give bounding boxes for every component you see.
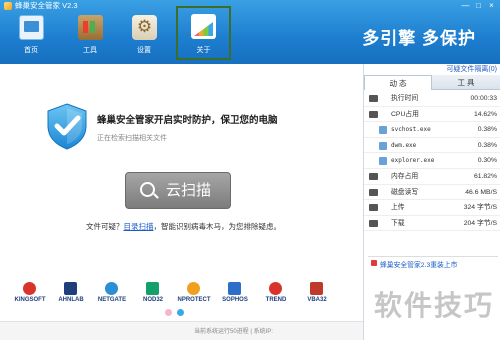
header-slogan: 多引擎 多保护 [362,29,476,48]
minimize-button[interactable]: — [461,1,470,10]
quarantine-link[interactable]: 可疑文件隔离(0) [446,64,497,74]
directory-scan-link[interactable]: 目录扫描 [124,222,154,231]
tab-tools[interactable]: 工具 [67,10,113,58]
memory-icon [369,172,378,180]
clock-icon [369,95,378,102]
tab-label: 工具 [83,47,97,54]
stat-row: 内存占用 61.82% [364,169,500,185]
window-title: 蜂巢安全管家 V2.3 [15,1,78,10]
maximize-button[interactable]: □ [474,1,483,10]
stat-value: 0.30% [477,157,497,165]
watermark-text: 软件技巧 [373,290,494,321]
suspect-file-line: 文件可疑？目录扫描，智能识别病毒木马，为您排除疑虑。 [86,221,281,232]
partner-logo[interactable]: NETGATE [92,282,132,312]
upload-icon [369,204,378,212]
kingsoft-logo-icon [23,282,36,295]
tab-dynamic[interactable]: 动 态 [364,75,432,90]
partner-logo[interactable]: KINGSOFT [10,282,50,312]
vba32-logo-icon [310,282,323,295]
carousel-dot[interactable] [165,309,172,316]
process-icon [379,141,387,150]
monitor-icon [19,15,44,40]
suspect-prefix: 文件可疑？ [86,222,124,231]
stat-value: 204 字节/S [463,219,497,227]
news-icon [371,260,377,266]
stat-value: 14.62% [473,110,497,118]
news-link[interactable]: 蜂巢安全管家2.3重装上市 [380,259,457,269]
carousel-dot[interactable] [177,309,184,316]
stat-label: 磁盘读写 [391,188,419,196]
cloud-scan-button[interactable]: 云扫描 [125,172,231,209]
partner-name: VBA32 [307,297,327,303]
close-button[interactable]: × [487,1,496,10]
stat-row: 磁盘读写 46.6 MB/S [364,185,500,201]
app-logo-icon [4,2,12,10]
tab-panel-tools[interactable]: 工 具 [432,75,500,90]
tab-about[interactable]: 关于 [176,6,231,60]
stat-row: CPU占用 14.62% [364,107,500,123]
partner-logo[interactable]: NOD32 [133,282,173,312]
stat-label: dwm.exe [391,141,417,149]
partner-logo[interactable]: TREND [256,282,296,312]
process-icon [379,157,387,166]
sophos-logo-icon [228,282,241,295]
shield-check-icon [47,103,87,150]
netgate-logo-icon [105,282,118,295]
chart-icon [191,14,216,39]
stat-label: svchost.exe [391,126,431,134]
disk-icon [369,188,378,196]
download-icon [369,219,378,227]
stat-row: 执行时间 00:00:33 [364,91,500,107]
cloud-scan-label: 云扫描 [166,182,212,199]
footer-text: 当前系统运行50进程 | 系统IP: [194,329,273,335]
tab-home[interactable]: 首页 [8,10,54,58]
cpu-icon [369,110,378,118]
stat-value: 0.38% [477,126,497,134]
partner-logo[interactable]: NPROTECT [174,282,214,312]
stat-value: 46.6 MB/S [465,188,497,196]
search-icon [140,182,155,197]
scan-status-text: 正在检索扫描相关文件 [97,135,167,142]
stat-row: 上传 324 字节/S [364,200,500,216]
stat-label: 下载 [391,219,405,227]
stat-label: explorer.exe [391,157,435,165]
stat-value: 0.38% [477,141,497,149]
tab-label: 首页 [24,47,38,54]
stat-row: svchost.exe 0.38% [364,122,500,138]
stat-value: 324 字节/S [463,204,497,212]
stat-value: 61.82% [473,172,497,180]
stat-row: 下载 204 字节/S [364,216,500,232]
stat-label: 内存占用 [391,172,419,180]
trend-logo-icon [269,282,282,295]
tab-label: 设置 [137,47,151,54]
tab-settings[interactable]: 设置 [121,10,167,58]
stat-label: CPU占用 [391,110,419,118]
nprotect-logo-icon [187,282,200,295]
protection-heading: 蜂巢安全管家开启实时防护，保卫您的电脑 [97,115,278,126]
partner-logo[interactable]: AHNLAB [51,282,91,312]
partner-logos: KINGSOFT AHNLAB NETGATE NOD32 NPROTECT SOPHOS… [10,282,340,312]
stats-list: 执行时间 00:00:33 CPU占用 14.62% svchost.exe 0.38% d… [364,91,500,232]
header-bar: 蜂巢安全管家 V2.3 — □ × 首页 工具 设置 关于 多引擎 多保护 [0,0,500,64]
stat-label: 执行时间 [391,95,419,102]
tab-label: 关于 [196,47,211,54]
process-icon [379,126,387,135]
status-footer: 当前系统运行50进程 | 系统IP: [0,321,363,340]
main-content: 蜂巢安全管家开启实时防护，保卫您的电脑 正在检索扫描相关文件 云扫描 文件可疑？… [0,64,363,340]
partner-logo[interactable]: VBA32 [297,282,337,312]
gear-icon [132,15,157,40]
eset-logo-icon [146,282,159,295]
carousel-dots [165,309,187,317]
ahnlab-logo-icon [64,282,77,295]
partner-logo[interactable]: SOPHOS [215,282,255,312]
stat-row: explorer.exe 0.30% [364,153,500,169]
stat-label: 上传 [391,204,405,212]
stat-row: dwm.exe 0.38% [364,138,500,154]
stat-value: 00:00:33 [470,95,497,102]
news-item[interactable]: 蜂巢安全管家2.3重装上市 [368,256,498,269]
panel-tabs: 动 态 工 具 [364,75,500,90]
suspect-suffix: ，智能识别病毒木马，为您排除疑虑。 [153,222,282,231]
toolbox-icon [78,15,103,40]
